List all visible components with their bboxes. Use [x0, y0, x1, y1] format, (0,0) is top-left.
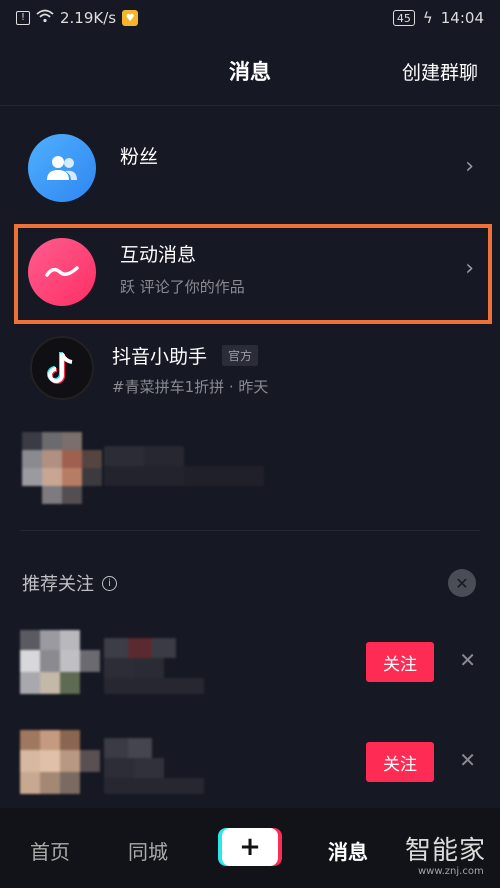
close-recommend-button[interactable]: ✕	[448, 569, 476, 597]
assistant-row[interactable]: 抖音小助手 官方 #青菜拼车1折拼 · 昨天	[0, 334, 500, 410]
nav-messages[interactable]: 消息	[328, 836, 368, 865]
assistant-title: 抖音小助手	[112, 346, 208, 368]
network-speed: 2.19K/s	[60, 9, 117, 27]
dismiss-icon[interactable]: ✕	[459, 648, 476, 672]
recommend-item[interactable]: 关注 ✕	[0, 622, 500, 702]
shield-icon: ♥	[122, 10, 139, 26]
page-title: 消息	[229, 59, 271, 84]
watermark: 智能家	[405, 836, 487, 866]
recommend-item[interactable]: 关注 ✕	[0, 722, 500, 802]
fans-label: 粉丝	[120, 146, 159, 168]
create-video-button[interactable]: +	[222, 828, 278, 866]
pixelated-user	[20, 630, 204, 694]
divider	[20, 530, 480, 531]
highlight-box	[14, 224, 492, 324]
close-icon: ✕	[455, 573, 469, 593]
conversation-row-pixelated[interactable]	[0, 424, 500, 514]
battery-indicator: 45	[392, 10, 415, 26]
recommend-section-title: 推荐关注 i	[22, 570, 117, 596]
nav-city[interactable]: 同城	[128, 836, 168, 865]
pixelated-user	[20, 730, 204, 794]
wifi-icon	[36, 9, 54, 27]
follow-button[interactable]: 关注	[366, 642, 434, 682]
chevron-right-icon: ›	[465, 154, 474, 179]
recommend-title: 推荐关注	[22, 574, 94, 595]
create-group-chat-button[interactable]: 创建群聊	[402, 58, 478, 85]
pixelated-avatar	[22, 432, 102, 504]
charging-icon: ϟ	[422, 9, 433, 27]
pixelated-text	[104, 446, 264, 486]
status-bar: ! 2.19K/s ♥ 45 ϟ 14:04	[0, 0, 500, 36]
fans-avatar	[28, 134, 96, 202]
assistant-subtitle: #青菜拼车1折拼 · 昨天	[112, 378, 269, 396]
douyin-logo-icon	[47, 352, 73, 384]
watermark-url: www.znj.com	[418, 866, 484, 877]
plus-icon: +	[239, 832, 261, 862]
users-icon	[47, 156, 77, 180]
header: 消息 创建群聊	[0, 36, 500, 106]
official-tag: 官方	[222, 345, 259, 366]
fans-row[interactable]: 粉丝 ›	[0, 120, 500, 216]
info-icon[interactable]: i	[102, 575, 117, 591]
douyin-logo-avatar	[30, 336, 94, 400]
alert-icon: !	[16, 11, 30, 25]
dismiss-icon[interactable]: ✕	[459, 748, 476, 772]
follow-button[interactable]: 关注	[366, 742, 434, 782]
nav-home[interactable]: 首页	[30, 836, 70, 865]
status-time: 14:04	[440, 9, 484, 27]
